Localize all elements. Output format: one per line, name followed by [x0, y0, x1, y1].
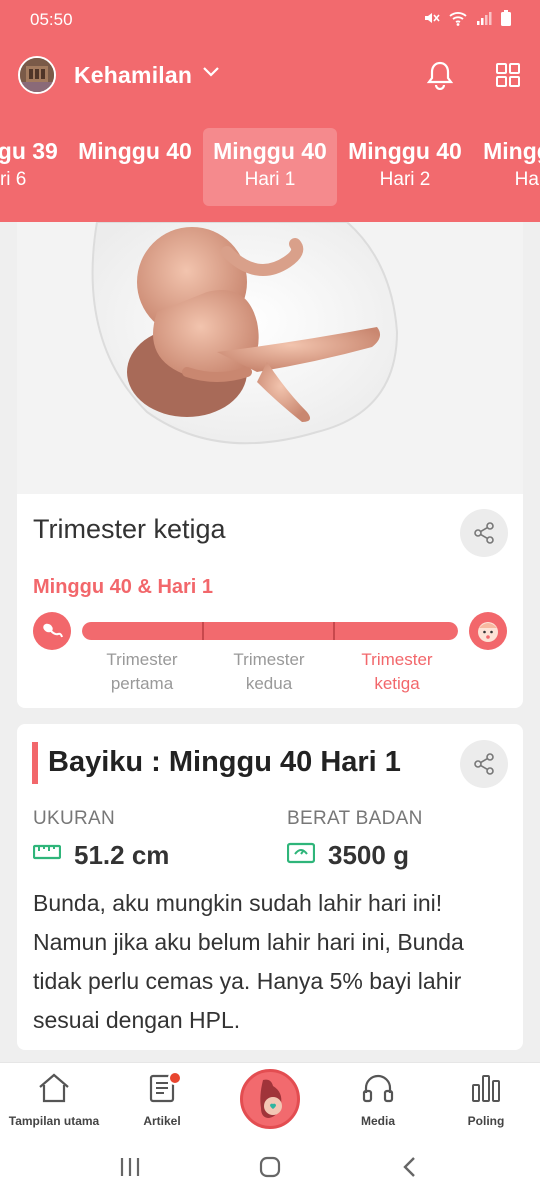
- trimester-label-first: Trimester pertama: [106, 650, 178, 693]
- tab-day-label: Hari 3: [514, 169, 540, 190]
- size-value: 51.2 cm: [74, 840, 170, 870]
- bar-chart-icon: [472, 1075, 500, 1102]
- sperm-icon: [33, 612, 71, 650]
- signal-icon: [477, 12, 492, 25]
- week-tabs: Minggu 39 Hari 6 Minggu 40 Minggu 40 Har…: [0, 112, 540, 222]
- tab-week-40-day-3[interactable]: Minggu 40 Hari 3: [473, 128, 540, 206]
- home-system-icon[interactable]: [258, 1156, 282, 1178]
- title-accent-bar: [32, 742, 38, 784]
- weight-value: 3500 g: [328, 840, 409, 870]
- trimester-label-second: Trimester kedua: [233, 650, 305, 693]
- tab-day-label: Hari 1: [244, 169, 296, 190]
- baby-face-icon: [469, 612, 507, 650]
- tab-week-label: Minggu 39: [0, 138, 58, 164]
- tab-week-40-day-1[interactable]: Minggu 40 Hari 1: [203, 128, 337, 206]
- trimester-divider: [202, 622, 204, 640]
- baby-card: Bayiku : Minggu 40 Hari 1 UKURAN 51.2 cm…: [17, 724, 523, 1050]
- tab-week-39-day-6[interactable]: Minggu 39 Hari 6: [0, 128, 68, 206]
- app-title[interactable]: Kehamilan: [74, 62, 192, 89]
- nav-home[interactable]: Tampilan utama: [0, 1073, 108, 1128]
- headphones-icon: [362, 1074, 394, 1103]
- nav-polls-label: Poling: [467, 1114, 505, 1128]
- system-nav-bar: [0, 1138, 540, 1200]
- recent-apps-icon[interactable]: [118, 1156, 142, 1178]
- back-icon[interactable]: [400, 1156, 420, 1178]
- status-icons: [422, 9, 512, 27]
- fetus-illustration: [17, 222, 523, 494]
- baby-description: Bunda, aku mungkin sudah lahir hari ini!…: [33, 890, 464, 1033]
- nav-media[interactable]: Media: [324, 1073, 432, 1128]
- status-bar: 05:50: [0, 0, 540, 40]
- nav-home-label: Tampilan utama: [8, 1114, 100, 1128]
- share-icon: [474, 753, 494, 775]
- tab-day-label: Hari 6: [0, 169, 27, 190]
- tab-week-label: Minggu 40: [213, 138, 327, 164]
- scale-icon: [287, 842, 315, 864]
- chevron-down-icon[interactable]: [202, 66, 220, 78]
- trimester-label-third: Trimester ketiga: [361, 650, 433, 693]
- tab-week-label: Minggu 40: [483, 138, 540, 164]
- bottom-nav: Tampilan utama Artikel Media Poling: [0, 1062, 540, 1138]
- weight-label: BERAT BADAN: [287, 808, 423, 829]
- pregnancy-progress-bar: [82, 622, 458, 640]
- pregnancy-center-button[interactable]: [240, 1069, 300, 1129]
- home-icon: [39, 1073, 69, 1103]
- trimester-divider: [333, 622, 335, 640]
- week-day-label: Minggu 40 & Hari 1: [33, 576, 214, 598]
- share-button[interactable]: [460, 509, 508, 557]
- nav-media-label: Media: [360, 1114, 395, 1128]
- trimester-title: Trimester ketiga: [33, 514, 226, 544]
- notification-badge: [168, 1071, 182, 1085]
- nav-articles[interactable]: Artikel: [108, 1073, 216, 1128]
- avatar[interactable]: [18, 56, 56, 94]
- nav-articles-label: Artikel: [143, 1114, 181, 1128]
- grid-icon[interactable]: [495, 62, 521, 88]
- tab-week-label: Minggu 40: [348, 138, 462, 164]
- tab-week-label: Minggu 40: [78, 138, 192, 164]
- progress-fill: [82, 622, 458, 640]
- battery-icon: [501, 10, 511, 26]
- wifi-icon: [449, 12, 467, 26]
- ruler-icon: [33, 844, 61, 860]
- share-icon: [474, 522, 494, 544]
- tab-day-label: Hari 2: [379, 169, 431, 190]
- tab-week-40-day-2[interactable]: Minggu 40 Hari 2: [338, 128, 472, 206]
- share-button[interactable]: [460, 740, 508, 788]
- status-time: 05:50: [30, 10, 73, 29]
- tab-week-40[interactable]: Minggu 40: [68, 128, 202, 206]
- baby-card-title: Bayiku : Minggu 40 Hari 1: [48, 746, 401, 778]
- trimester-card: Trimester ketiga Minggu 40 & Hari 1 Trim…: [17, 222, 523, 708]
- bell-icon[interactable]: [426, 60, 454, 90]
- mute-icon: [425, 13, 440, 23]
- pregnant-woman-icon: [260, 1079, 282, 1118]
- app-header: Kehamilan: [0, 40, 540, 112]
- size-label: UKURAN: [33, 808, 116, 829]
- nav-polls[interactable]: Poling: [432, 1073, 540, 1128]
